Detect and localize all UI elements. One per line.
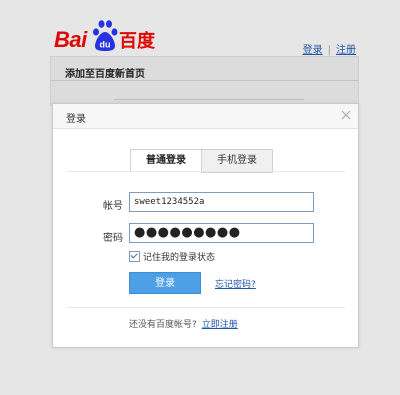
footer-divider <box>66 307 345 308</box>
remember-me-label: 记住我的登录状态 <box>143 252 216 263</box>
tab-phone-login[interactable]: 手机登录 <box>201 149 273 173</box>
remember-me[interactable]: 记住我的登录状态 <box>129 250 216 263</box>
no-account-text: 还没有百度帐号? <box>129 320 197 330</box>
forgot-password-link[interactable]: 忘记密码? <box>215 277 256 290</box>
account-input[interactable]: sweet1234552a <box>129 192 314 212</box>
checkbox-checked-icon[interactable] <box>129 250 140 262</box>
background-panel: 添加至百度新首页 <box>50 56 359 106</box>
dialog-title: 登录 <box>66 114 86 125</box>
baidu-paw-icon: du <box>93 20 118 51</box>
account-label: 帐号 <box>103 201 123 212</box>
logo-text-chinese: 百度 <box>119 31 155 52</box>
background-divider-2 <box>114 99 304 100</box>
dialog-header: 登录 <box>53 104 358 129</box>
logo-paw-text: du <box>100 40 111 50</box>
top-links-separator: | <box>327 45 331 56</box>
background-panel-title: 添加至百度新首页 <box>65 69 145 80</box>
logo-text-latin: Bai <box>54 27 87 52</box>
tabs-divider <box>66 171 345 172</box>
login-dialog: 登录 普通登录 手机登录 帐号 sweet1234552a 密码 ●●●●●●●… <box>52 103 359 348</box>
close-icon[interactable] <box>339 108 353 122</box>
baidu-logo[interactable]: Bai du 百度 <box>54 19 164 53</box>
tab-normal-login[interactable]: 普通登录 <box>130 149 202 173</box>
top-register-link[interactable]: 注册 <box>336 45 356 56</box>
login-button[interactable]: 登录 <box>129 272 201 294</box>
top-links: 登录 | 注册 <box>303 41 356 56</box>
top-login-link[interactable]: 登录 <box>303 45 323 56</box>
password-label: 密码 <box>103 233 123 244</box>
register-now-link[interactable]: 立即注册 <box>202 320 238 330</box>
dialog-footer: 还没有百度帐号? 立即注册 <box>129 317 238 330</box>
background-divider <box>51 80 358 81</box>
password-input[interactable]: ●●●●●●●●● <box>129 223 314 243</box>
